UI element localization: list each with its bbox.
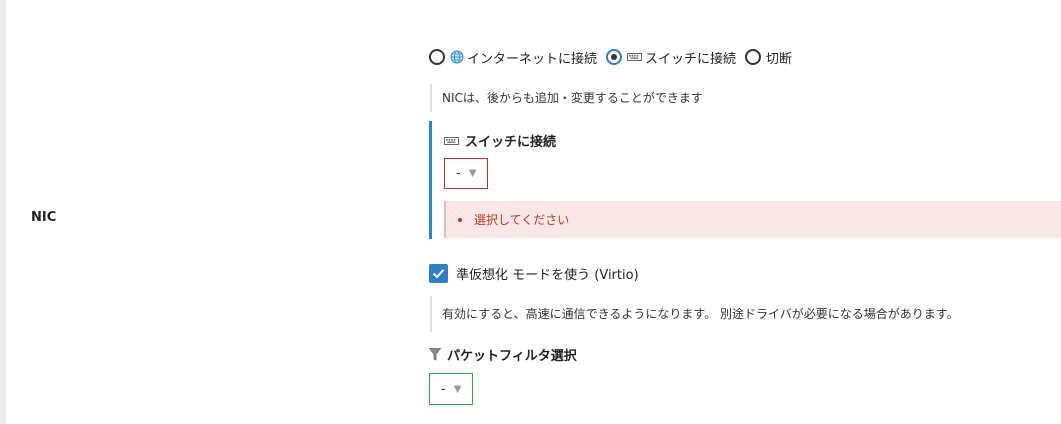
radio-button[interactable] <box>606 49 623 65</box>
radio-disconnect[interactable]: 切断 <box>745 48 792 67</box>
packet-filter-select-value: - <box>441 381 446 397</box>
switch-connection-panel: スイッチに接続 - ▼ 選択してください <box>429 121 1061 239</box>
virtio-checkbox[interactable] <box>429 264 448 283</box>
chevron-down-icon: ▼ <box>468 168 477 179</box>
connection-help-text: NICは、後からも追加・変更することができます <box>430 84 703 112</box>
radio-switch[interactable]: スイッチに接続 <box>606 48 736 67</box>
virtio-checkbox-row[interactable]: 準仮想化 モードを使う (Virtio) <box>429 264 639 283</box>
chevron-down-icon: ▼ <box>453 383 462 395</box>
packet-filter-select[interactable]: - ▼ <box>429 373 473 405</box>
radio-internet[interactable]: インターネットに接続 <box>429 48 597 67</box>
checkmark-icon <box>432 269 445 279</box>
left-rail <box>0 0 6 424</box>
error-text: 選択してください <box>474 213 570 227</box>
radio-label: インターネットに接続 <box>467 51 598 67</box>
radio-label: スイッチに接続 <box>645 51 737 67</box>
switch-icon <box>627 52 643 62</box>
virtio-label: 準仮想化 モードを使う (Virtio) <box>456 268 639 283</box>
filter-icon <box>429 348 441 361</box>
radio-button[interactable] <box>745 49 762 65</box>
switch-icon <box>444 136 459 146</box>
packet-filter-title: パケットフィルタ選択 <box>429 345 577 364</box>
radio-label: 切断 <box>766 51 793 67</box>
bullet-icon <box>458 217 462 222</box>
switch-section-title: スイッチに接続 <box>444 131 556 150</box>
packet-filter-title-text: パケットフィルタ選択 <box>447 349 577 364</box>
virtio-help-text: 有効にすると、高速に通信できるようになります。 別途ドライバが必要になる場合があ… <box>430 296 959 332</box>
switch-section-title-text: スイッチに接続 <box>465 135 557 150</box>
field-label-nic: NIC <box>31 210 57 225</box>
connection-radio-group: インターネットに接続 スイッチに接続 切断 <box>429 46 801 68</box>
switch-select-dropdown[interactable]: - ▼ <box>444 158 488 189</box>
switch-error-message: 選択してください <box>444 201 1061 238</box>
radio-button[interactable] <box>429 49 445 65</box>
globe-icon <box>450 50 464 64</box>
switch-select-value: - <box>456 166 461 181</box>
